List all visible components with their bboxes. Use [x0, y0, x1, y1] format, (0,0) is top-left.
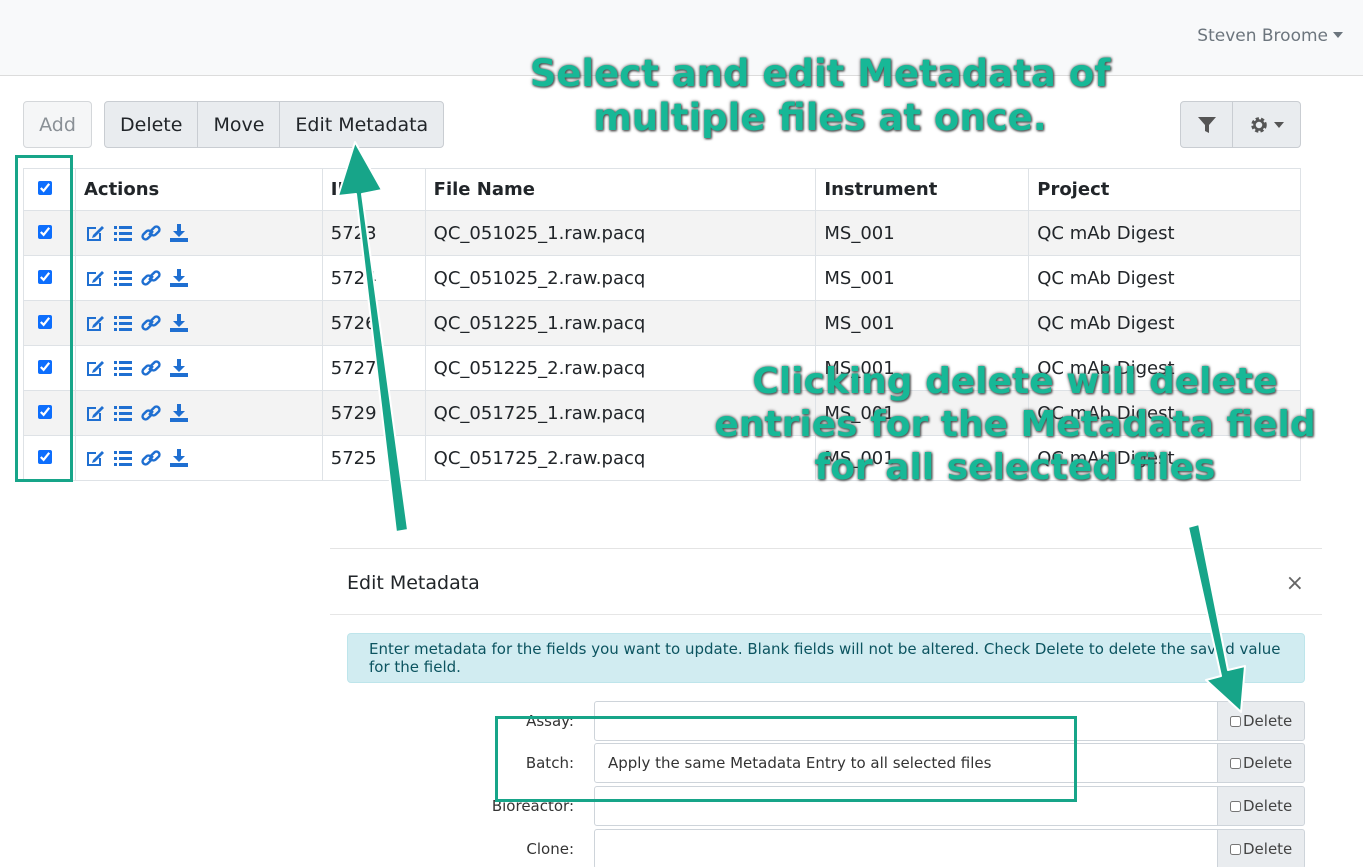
delete-label: Delete — [1243, 797, 1293, 815]
list-icon[interactable] — [112, 447, 134, 474]
row-actions — [74, 435, 323, 481]
move-button[interactable]: Move — [197, 101, 281, 148]
edit-metadata-modal: Edit Metadata × Enter metadata for the f… — [330, 548, 1322, 867]
row-actions — [74, 345, 323, 391]
row-id: 5729 — [321, 390, 426, 436]
row-instrument: MS_001 — [815, 210, 1030, 256]
user-menu[interactable]: Steven Broome — [1197, 26, 1343, 46]
user-name: Steven Broome — [1197, 26, 1328, 46]
annotation-batch-field-highlight — [495, 716, 1077, 802]
metadata-delete-toggle[interactable]: Delete — [1217, 829, 1305, 867]
row-file-name: QC_051025_1.raw.pacq — [424, 210, 817, 256]
delete-label: Delete — [1243, 754, 1293, 772]
download-icon[interactable] — [168, 357, 190, 384]
row-actions — [74, 300, 323, 346]
annotation-checkbox-highlight — [15, 155, 73, 482]
column-header-project[interactable]: Project — [1028, 168, 1301, 211]
modal-title: Edit Metadata — [347, 572, 480, 594]
download-icon[interactable] — [168, 402, 190, 429]
delete-checkbox[interactable] — [1230, 757, 1241, 769]
edit-icon[interactable] — [84, 402, 106, 429]
edit-metadata-button[interactable]: Edit Metadata — [279, 101, 445, 148]
download-icon[interactable] — [168, 312, 190, 339]
edit-icon[interactable] — [84, 312, 106, 339]
column-header-instrument[interactable]: Instrument — [815, 168, 1030, 211]
table-row[interactable]: 5724 QC_051025_2.raw.pacq MS_001 QC mAb Dig… — [23, 255, 1301, 301]
gear-icon — [1251, 116, 1267, 133]
column-header-id[interactable]: ID — [321, 168, 426, 211]
list-icon[interactable] — [112, 222, 134, 249]
list-icon[interactable] — [112, 402, 134, 429]
list-icon[interactable] — [112, 357, 134, 384]
row-id: 5725 — [321, 435, 426, 481]
row-id: 5723 — [321, 210, 426, 256]
row-project: QC mAb Digest — [1028, 210, 1301, 256]
table-header-row: Actions ID File Name Instrument Project — [23, 168, 1301, 211]
delete-button[interactable]: Delete — [104, 101, 199, 148]
column-header-actions[interactable]: Actions — [74, 168, 323, 211]
delete-checkbox[interactable] — [1230, 843, 1241, 855]
row-file-name: QC_051025_2.raw.pacq — [424, 255, 817, 301]
metadata-delete-toggle[interactable]: Delete — [1217, 786, 1305, 826]
filter-icon — [1197, 116, 1216, 133]
row-actions — [74, 390, 323, 436]
filter-button[interactable] — [1180, 101, 1233, 148]
download-icon[interactable] — [168, 447, 190, 474]
close-icon[interactable]: × — [1286, 571, 1304, 596]
metadata-field-label: Clone: — [526, 840, 574, 858]
metadata-delete-toggle[interactable]: Delete — [1217, 743, 1305, 783]
metadata-delete-toggle[interactable]: Delete — [1217, 701, 1305, 741]
row-actions — [74, 255, 323, 301]
link-icon[interactable] — [140, 447, 162, 474]
delete-label: Delete — [1243, 840, 1293, 858]
edit-icon[interactable] — [84, 357, 106, 384]
link-icon[interactable] — [140, 267, 162, 294]
link-icon[interactable] — [140, 312, 162, 339]
list-icon[interactable] — [112, 267, 134, 294]
row-file-name: QC_051225_1.raw.pacq — [424, 300, 817, 346]
delete-checkbox[interactable] — [1230, 715, 1241, 727]
metadata-field-row: Clone: Delete — [330, 829, 1322, 867]
download-icon[interactable] — [168, 267, 190, 294]
edit-icon[interactable] — [84, 222, 106, 249]
row-id: 5726 — [321, 300, 426, 346]
add-button[interactable]: Add — [23, 101, 92, 148]
list-icon[interactable] — [112, 312, 134, 339]
row-project: QC mAb Digest — [1028, 300, 1301, 346]
row-actions — [74, 210, 323, 256]
edit-icon[interactable] — [84, 267, 106, 294]
link-icon[interactable] — [140, 222, 162, 249]
modal-divider — [330, 614, 1322, 615]
link-icon[interactable] — [140, 357, 162, 384]
column-header-file-name[interactable]: File Name — [424, 168, 817, 211]
delete-checkbox[interactable] — [1230, 800, 1241, 812]
caret-down-icon — [1274, 121, 1284, 128]
row-instrument: MS_001 — [815, 255, 1030, 301]
table-row[interactable]: 5726 QC_051225_1.raw.pacq MS_001 QC mAb Dig… — [23, 300, 1301, 346]
edit-icon[interactable] — [84, 447, 106, 474]
info-alert: Enter metadata for the fields you want t… — [347, 633, 1305, 683]
file-action-button-group: Delete Move Edit Metadata — [104, 101, 445, 148]
row-id: 5727 — [321, 345, 426, 391]
delete-label: Delete — [1243, 712, 1293, 730]
settings-dropdown-button[interactable] — [1232, 101, 1301, 148]
caret-down-icon — [1333, 32, 1343, 38]
download-icon[interactable] — [168, 222, 190, 249]
link-icon[interactable] — [140, 402, 162, 429]
row-instrument: MS_001 — [815, 300, 1030, 346]
annotation-select-edit: Select and edit Metadata of multiple fil… — [529, 52, 1111, 140]
annotation-delete-note: Clicking delete will delete entries for … — [714, 361, 1316, 489]
row-id: 5724 — [321, 255, 426, 301]
metadata-field-input[interactable] — [594, 829, 1218, 867]
table-row[interactable]: 5723 QC_051025_1.raw.pacq MS_001 QC mAb Dig… — [23, 210, 1301, 256]
row-project: QC mAb Digest — [1028, 255, 1301, 301]
